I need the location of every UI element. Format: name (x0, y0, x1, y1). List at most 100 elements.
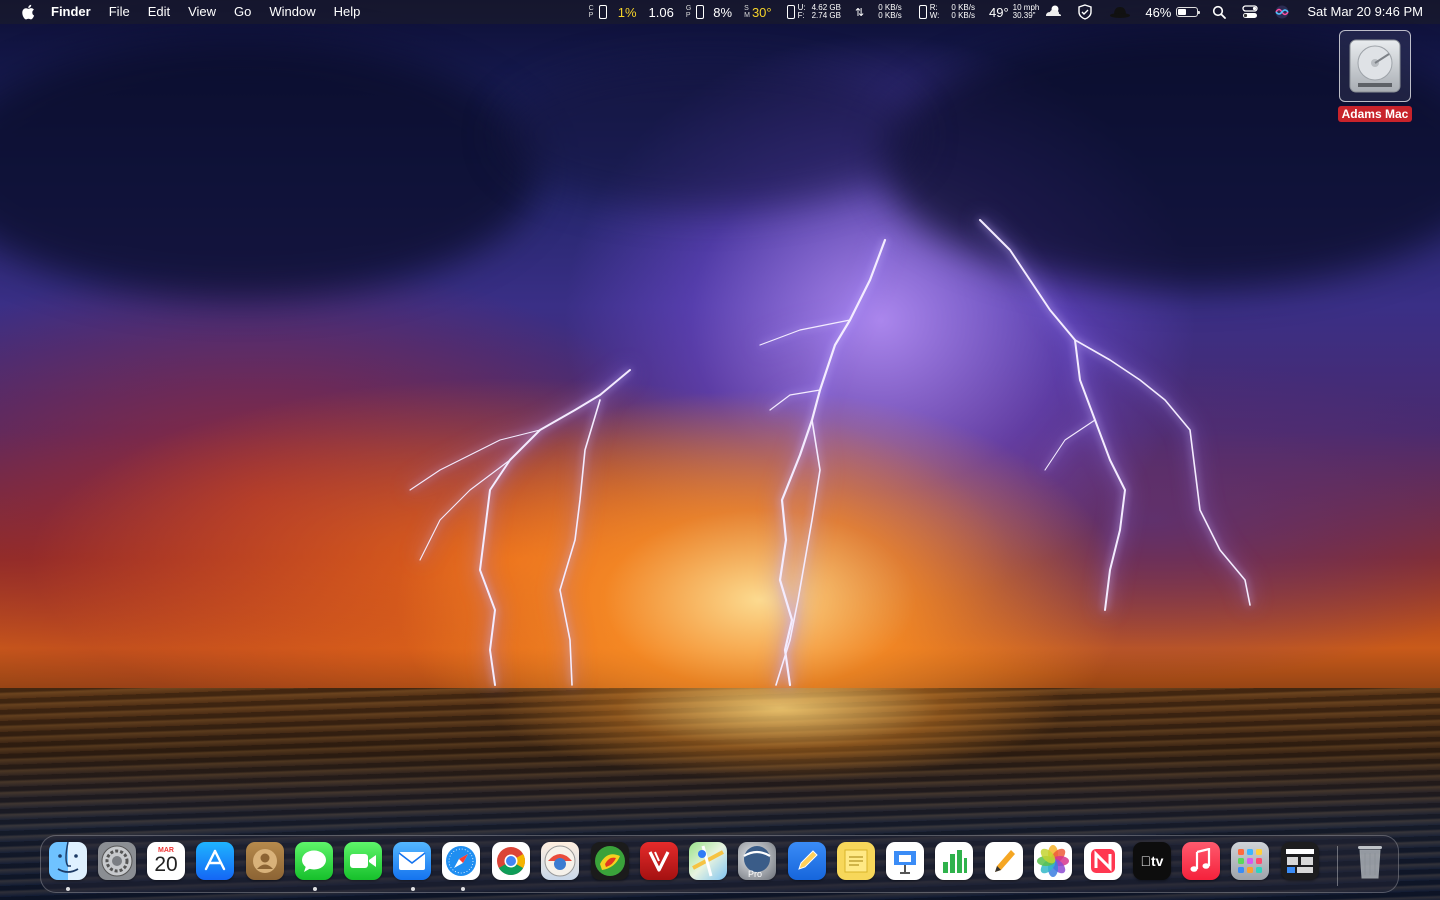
dock-vivaldi[interactable] (640, 842, 678, 880)
dock-divider (1337, 846, 1338, 886)
weather-widget[interactable]: 49° 10 mph 30.39" (989, 4, 1063, 21)
dock-news[interactable] (1084, 842, 1122, 880)
bar-chart-icon (943, 850, 967, 873)
radar-icon (595, 846, 625, 876)
weather-app-icon (544, 845, 576, 877)
dock-keynote[interactable] (886, 842, 924, 880)
control-center-icon[interactable] (1242, 5, 1259, 19)
cpu-label: P (588, 12, 594, 19)
envelope-icon (398, 852, 426, 870)
dock-maps[interactable] (689, 842, 727, 880)
siri-icon[interactable] (1274, 4, 1290, 20)
temp-value: 30° (751, 4, 772, 20)
battery-percent: 46% (1145, 4, 1172, 20)
sensor-temperature[interactable]: SM 30° (744, 5, 772, 20)
dock-google-earth-pro[interactable]: Pro (738, 842, 776, 880)
dock-apple-tv[interactable]:  tv (1133, 842, 1171, 880)
memory-gauge-icon (786, 5, 795, 19)
pencil-icon (995, 850, 1015, 872)
gpu-gauge-icon (696, 5, 705, 19)
clock-datetime[interactable]: Sat Mar 20 9:46 PM (1298, 0, 1432, 24)
load-average[interactable]: 1.06 (649, 5, 674, 20)
apple-logo-icon[interactable] (14, 4, 42, 20)
weather-cloud-icon (1043, 4, 1063, 21)
chat-bubble-icon (302, 850, 326, 872)
memory-monitor[interactable]: U: F: 4.62 GB 2.74 GB (784, 4, 843, 20)
dock-safari[interactable] (442, 842, 480, 880)
lightning-bolts (409, 219, 1251, 687)
dock-photos[interactable] (1034, 842, 1072, 880)
trash-icon (1358, 846, 1382, 879)
dock-chrome[interactable] (492, 842, 530, 880)
battery-icon (1176, 7, 1201, 17)
weather-temp: 49° (988, 4, 1009, 20)
presentation-icon (894, 851, 916, 874)
gpu-label: P (685, 12, 691, 19)
dock-messages[interactable] (295, 842, 333, 880)
cpu-monitor[interactable]: CP 1% (589, 5, 637, 20)
earth-pro-badge: Pro (748, 869, 763, 879)
network-monitor[interactable]: ⇅ 0 KB/s 0 KB/s (855, 4, 904, 20)
music-note-icon (1190, 848, 1211, 872)
dock-calendar[interactable]: MAR 20 (147, 842, 185, 880)
app-store-icon (204, 849, 226, 871)
dock-mail[interactable] (393, 842, 431, 880)
dock-finder[interactable] (49, 842, 87, 880)
apple-tv-label: tv (1145, 853, 1163, 869)
battery-status[interactable]: 46% (1145, 4, 1201, 20)
app-menu-finder[interactable]: Finder (42, 0, 100, 24)
menu-window[interactable]: Window (260, 0, 324, 24)
gpu-monitor[interactable]: GP 8% (686, 5, 732, 20)
pen-icon (798, 850, 818, 870)
menu-go[interactable]: Go (225, 0, 260, 24)
shield-icon[interactable] (1077, 4, 1093, 20)
dock-pages-writer[interactable] (985, 842, 1023, 880)
search-icon[interactable] (1212, 5, 1227, 19)
photos-flower-icon (1037, 845, 1069, 877)
vivaldi-icon (648, 851, 670, 872)
launchpad-grid-icon (1238, 849, 1262, 873)
cpu-gauge-icon (598, 5, 607, 19)
dock-stickies[interactable] (837, 842, 875, 880)
finder-icon (57, 842, 79, 873)
dock-facetime[interactable] (344, 842, 382, 880)
menu-view[interactable]: View (179, 0, 225, 24)
dock: MAR 20 Pro tv (40, 835, 1399, 893)
news-icon (1091, 849, 1115, 873)
dock-launchpad[interactable] (1231, 842, 1269, 880)
map-icon (692, 845, 724, 877)
memory-free: 2.74 GB (811, 11, 841, 20)
temp-label: S (744, 5, 749, 12)
running-indicator (411, 887, 415, 891)
dock-music[interactable] (1182, 842, 1220, 880)
temp-label: M (744, 12, 750, 19)
note-icon (844, 849, 868, 873)
menu-edit[interactable]: Edit (139, 0, 179, 24)
dock-radar-app[interactable] (591, 842, 629, 880)
menu-help[interactable]: Help (325, 0, 370, 24)
cpu-label: C (588, 5, 594, 12)
mission-control-icon (1286, 849, 1314, 873)
dock-contacts[interactable] (246, 842, 284, 880)
running-indicator (66, 887, 70, 891)
desktop-drive[interactable]: Adams Mac (1336, 30, 1414, 122)
menu-file[interactable]: File (100, 0, 139, 24)
menu-bar: Finder File Edit View Go Window Help CP … (0, 0, 1440, 24)
hat-icon[interactable] (1109, 5, 1131, 19)
dock-numbers[interactable] (935, 842, 973, 880)
running-indicator (313, 887, 317, 891)
running-indicator (461, 887, 465, 891)
dock-system-preferences[interactable] (98, 842, 136, 880)
memory-free-label: F: (797, 11, 805, 20)
cpu-value: 1% (617, 4, 637, 20)
network-down: 0 KB/s (878, 11, 902, 20)
dock-pages[interactable] (788, 842, 826, 880)
dock-trash[interactable] (1351, 842, 1389, 880)
gear-icon (101, 845, 133, 877)
dock-mission-control[interactable] (1281, 842, 1319, 880)
disk-write: 0 KB/s (951, 11, 975, 20)
disk-monitor[interactable]: R: W: 0 KB/s 0 KB/s (916, 4, 977, 20)
gpu-label: G (685, 5, 692, 12)
dock-weather-app[interactable] (541, 842, 579, 880)
dock-app-store[interactable] (196, 842, 234, 880)
